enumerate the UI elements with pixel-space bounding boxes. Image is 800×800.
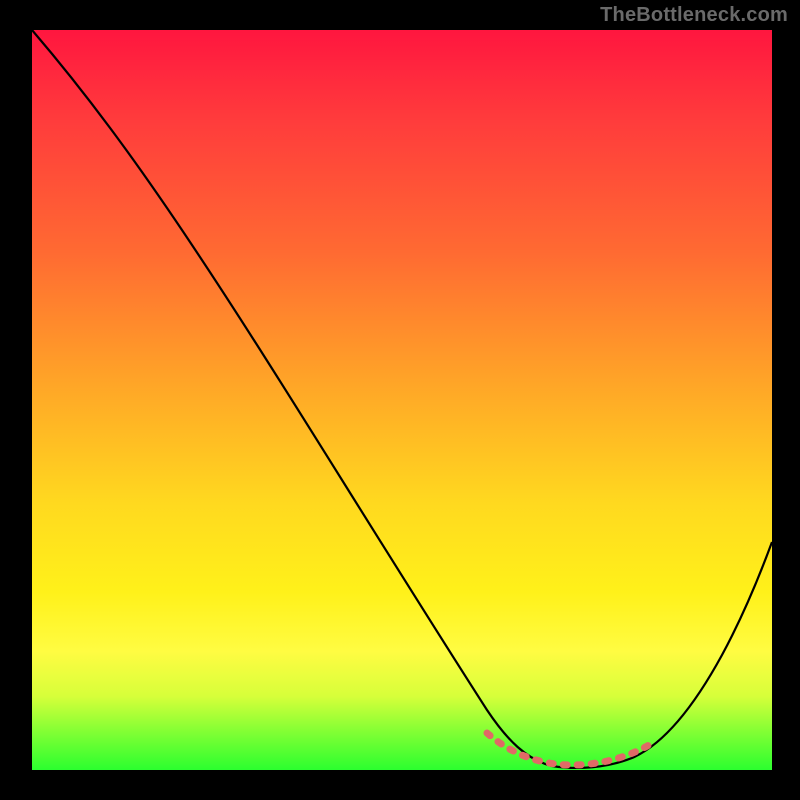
- watermark-text: TheBottleneck.com: [600, 4, 788, 27]
- chart-frame: TheBottleneck.com: [0, 0, 800, 800]
- chart-svg: [32, 30, 772, 770]
- bottleneck-curve: [32, 30, 772, 768]
- plot-area: [32, 30, 772, 770]
